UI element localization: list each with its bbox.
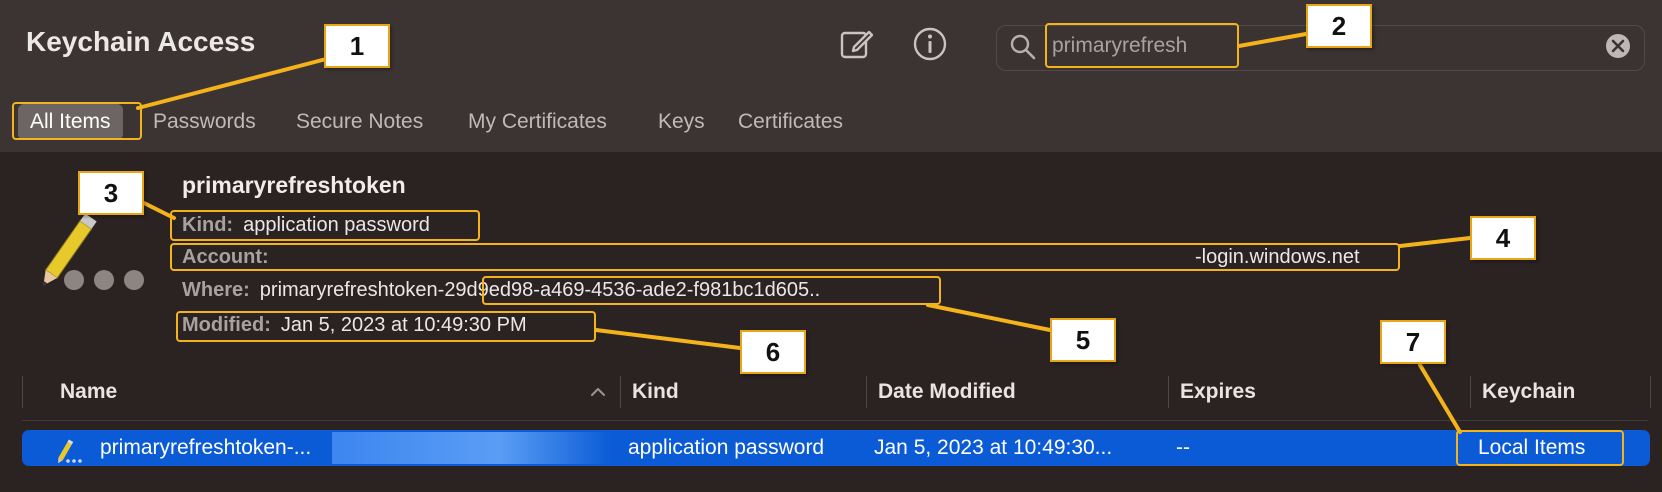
callout-7: 7 xyxy=(1380,320,1446,364)
callout-4: 4 xyxy=(1470,216,1536,260)
callout-3: 3 xyxy=(78,171,144,215)
callout-1: 1 xyxy=(324,24,390,68)
callout-5: 5 xyxy=(1050,318,1116,362)
annotation-connectors xyxy=(136,32,1472,434)
callout-2: 2 xyxy=(1306,4,1372,48)
callout-6: 6 xyxy=(740,330,806,374)
